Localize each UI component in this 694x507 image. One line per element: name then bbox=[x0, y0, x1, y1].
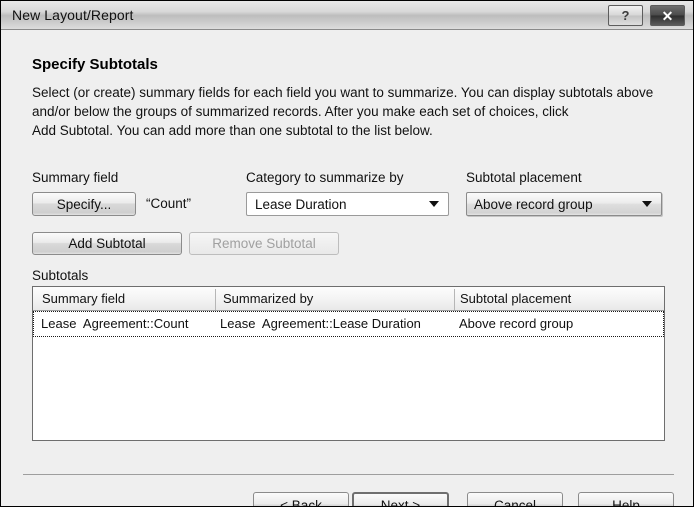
column-header-summary-field: Summary field bbox=[42, 291, 126, 306]
remove-subtotal-button: Remove Subtotal bbox=[189, 232, 339, 255]
window-title: New Layout/Report bbox=[12, 7, 134, 23]
next-button[interactable]: Next > bbox=[352, 492, 449, 506]
chevron-down-icon bbox=[429, 201, 439, 207]
dialog-content: Specify Subtotals Select (or create) sum… bbox=[1, 30, 693, 506]
column-header-summarized-by: Summarized by bbox=[223, 291, 314, 306]
placement-select[interactable]: Above record group bbox=[466, 192, 662, 216]
column-header-subtotal-placement: Subtotal placement bbox=[460, 291, 572, 306]
placement-label: Subtotal placement bbox=[466, 170, 582, 185]
footer-divider bbox=[23, 474, 674, 475]
title-bar: New Layout/Report ? ✕ bbox=[1, 1, 693, 30]
placement-value: Above record group bbox=[474, 197, 593, 212]
back-button[interactable]: < Back bbox=[253, 492, 349, 506]
new-layout-report-dialog: New Layout/Report ? ✕ Specify Subtotals … bbox=[0, 0, 694, 507]
add-subtotal-button[interactable]: Add Subtotal bbox=[32, 232, 182, 255]
specify-button[interactable]: Specify... bbox=[32, 192, 136, 216]
category-select[interactable]: Lease Duration bbox=[246, 192, 449, 216]
subtotals-listbox[interactable]: Summary field Summarized by Subtotal pla… bbox=[32, 286, 665, 441]
subtotals-label: Subtotals bbox=[32, 268, 89, 283]
chevron-down-icon bbox=[642, 201, 652, 207]
cell-placement: Above record group bbox=[459, 316, 574, 331]
summary-field-label: Summary field bbox=[32, 170, 119, 185]
page-description: Select (or create) summary fields for ea… bbox=[32, 85, 654, 138]
page-title: Specify Subtotals bbox=[32, 56, 158, 73]
column-divider bbox=[215, 289, 216, 310]
cancel-button[interactable]: Cancel bbox=[467, 492, 563, 506]
help-icon-button[interactable]: ? bbox=[608, 5, 643, 26]
help-button[interactable]: Help bbox=[578, 492, 674, 506]
cell-summarized-by: Lease Agreement::Lease Duration bbox=[220, 316, 421, 331]
category-value: Lease Duration bbox=[255, 197, 347, 212]
category-label: Category to summarize by bbox=[246, 170, 404, 185]
cell-summary-field: Lease Agreement::Count bbox=[41, 316, 189, 331]
summary-field-value: “Count” bbox=[146, 196, 192, 211]
subtotals-header-row: Summary field Summarized by Subtotal pla… bbox=[33, 287, 664, 311]
table-row[interactable]: Lease Agreement::Count Lease Agreement::… bbox=[33, 311, 664, 337]
close-icon-button[interactable]: ✕ bbox=[650, 5, 685, 26]
column-divider bbox=[454, 289, 455, 310]
